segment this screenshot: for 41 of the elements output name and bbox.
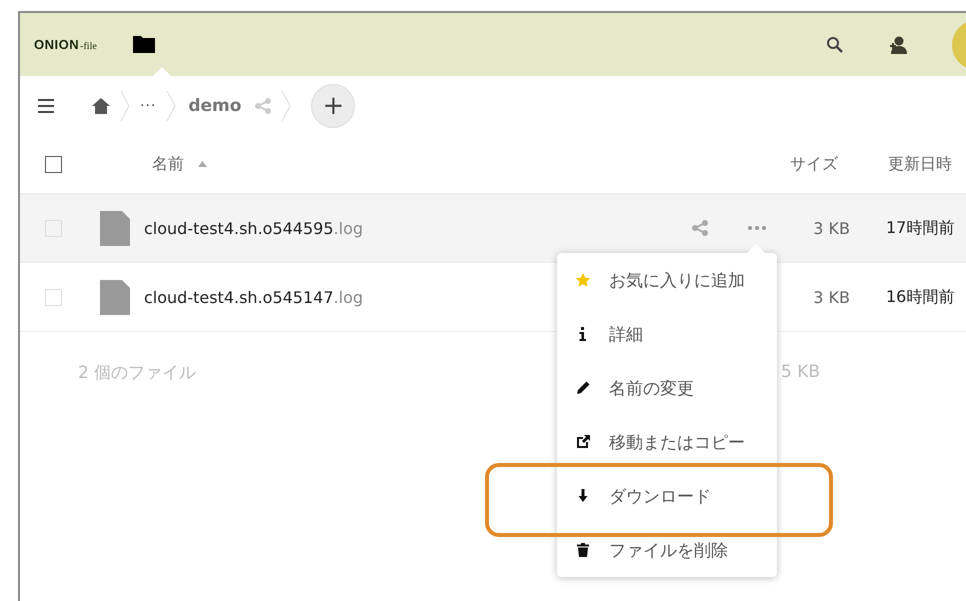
file-icon xyxy=(100,210,130,246)
column-header[interactable]: 名前 xyxy=(152,154,184,174)
chevron-icon xyxy=(120,90,130,120)
logo: ONION-file xyxy=(34,37,97,52)
search-icon[interactable] xyxy=(826,36,844,54)
select-all-checkbox[interactable] xyxy=(45,156,62,172)
breadcrumb-ellipsis[interactable]: ··· xyxy=(140,98,156,114)
trash-icon xyxy=(575,542,591,558)
menu-item[interactable]: 名前の変更 xyxy=(557,361,777,415)
pencil-icon xyxy=(575,380,591,396)
file-name[interactable]: cloud-test4.sh.o545147.log xyxy=(144,288,364,306)
file-icon xyxy=(100,280,130,314)
chevron-icon xyxy=(166,90,176,120)
file-count: 2 個のファイル xyxy=(78,362,196,384)
file-name[interactable]: cloud-test4.sh.o544595.log xyxy=(144,218,364,238)
column-header[interactable]: 更新日時 xyxy=(850,154,966,174)
menu-item[interactable]: 移動またはコピー xyxy=(557,415,777,469)
share-icon[interactable] xyxy=(255,98,272,114)
menu-item[interactable]: ダウンロード xyxy=(557,469,777,523)
breadcrumb-folder[interactable]: demo xyxy=(188,96,242,116)
home-icon[interactable] xyxy=(92,98,110,114)
share-icon[interactable] xyxy=(692,220,708,236)
contacts-icon[interactable] xyxy=(888,36,908,54)
sort-icon[interactable] xyxy=(198,161,207,167)
external-icon xyxy=(575,434,591,450)
modified-time: 17時間前 xyxy=(885,218,956,238)
modified-time: 16時間前 xyxy=(885,286,956,308)
more-icon[interactable] xyxy=(748,226,766,230)
file-row[interactable]: cloud-test4.sh.o544595.log 3 KB 17時間前 xyxy=(20,194,966,263)
total-size: 5 KB xyxy=(780,362,820,382)
file-size: 3 KB xyxy=(812,218,850,238)
row-checkbox[interactable] xyxy=(45,288,62,306)
menu-item[interactable]: ファイルを削除 xyxy=(557,523,777,577)
folder-icon[interactable] xyxy=(132,36,155,53)
pointer-notch xyxy=(153,67,171,76)
column-header[interactable]: サイズ xyxy=(790,154,850,174)
file-size: 3 KB xyxy=(812,288,850,306)
star-icon xyxy=(575,272,591,288)
menu-icon[interactable] xyxy=(38,98,54,112)
chevron-icon xyxy=(281,90,292,120)
add-button[interactable]: + xyxy=(311,84,356,128)
